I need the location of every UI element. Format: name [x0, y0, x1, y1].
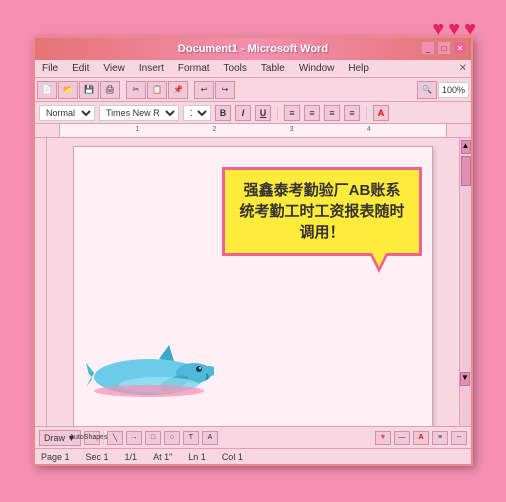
menu-format[interactable]: Format — [175, 63, 213, 74]
window-close-x[interactable]: ✕ — [459, 63, 467, 74]
desktop: ♥ ♥ ♥ Document1 - Microsoft Word _ □ ✕ F… — [0, 0, 506, 502]
save-button[interactable]: 💾 — [79, 81, 99, 99]
ruler-num-3: 3 — [290, 126, 294, 133]
format-sep — [277, 106, 278, 120]
rect-tool[interactable]: □ — [145, 431, 161, 445]
font-color-btn2[interactable]: A — [413, 431, 429, 445]
align-center-button[interactable]: ≡ — [304, 105, 320, 121]
fill-color-button[interactable]: ▼ — [375, 431, 391, 445]
style-select[interactable]: Normal — [39, 105, 95, 121]
page[interactable]: 强鑫泰考勤验厂AB账系统考勤工时工资报表随时调用！ — [73, 146, 433, 426]
title-bar: Document1 - Microsoft Word _ □ ✕ — [35, 38, 471, 60]
maximize-button[interactable]: □ — [437, 41, 451, 55]
bold-button[interactable]: B — [215, 105, 231, 121]
ruler-num-4: 4 — [367, 126, 371, 133]
dolphin-image — [84, 335, 214, 405]
font-color-button[interactable]: A — [373, 105, 389, 121]
menu-file[interactable]: File — [39, 63, 61, 74]
status-sec: Sec 1 — [86, 452, 109, 462]
zoom-button[interactable]: 🔍 — [417, 81, 437, 99]
status-pages: 1/1 — [125, 452, 138, 462]
wordart-tool[interactable]: A — [202, 431, 218, 445]
close-button[interactable]: ✕ — [453, 41, 467, 55]
format-bar: Normal Times New Roman 12 B I U ≡ ≡ ≡ ≡ … — [35, 102, 471, 124]
menu-bar: File Edit View Insert Format Tools Table… — [35, 60, 471, 78]
zoom-percent[interactable]: 100% — [438, 82, 469, 98]
format-sep2 — [366, 106, 367, 120]
menu-tools[interactable]: Tools — [221, 63, 250, 74]
italic-button[interactable]: I — [235, 105, 251, 121]
new-button[interactable]: 📄 — [37, 81, 57, 99]
print-button[interactable]: 🖨 — [100, 81, 120, 99]
ruler-num-2: 2 — [212, 126, 216, 133]
menu-window[interactable]: Window — [296, 63, 338, 74]
minimize-button[interactable]: _ — [421, 41, 435, 55]
menu-help[interactable]: Help — [345, 63, 372, 74]
align-justify-button[interactable]: ≡ — [344, 105, 360, 121]
title-bar-buttons: _ □ ✕ — [421, 41, 467, 55]
page-area[interactable]: 强鑫泰考勤验厂AB账系统考勤工时工资报表随时调用！ — [47, 138, 459, 426]
speech-bubble: 强鑫泰考勤验厂AB账系统考勤工时工资报表随时调用！ — [222, 167, 422, 256]
copy-button[interactable]: 📋 — [147, 81, 167, 99]
document-area: 强鑫泰考勤验厂AB账系统考勤工时工资报表随时调用！ — [35, 138, 471, 426]
status-at: At 1" — [153, 452, 172, 462]
dolphin-svg — [84, 335, 214, 405]
scroll-thumb[interactable] — [461, 156, 471, 186]
bottom-toolbar: Draw ▼ AutoShapes ▼ ╲ → □ ○ T A ▼ — A ≡ … — [35, 426, 471, 448]
toolbar: 📄 📂 💾 🖨 ✂ 📋 📌 ↩ ↪ 🔍 100% — [35, 78, 471, 102]
font-select[interactable]: Times New Roman — [99, 105, 179, 121]
menu-view[interactable]: View — [100, 63, 128, 74]
underline-button[interactable]: U — [255, 105, 271, 121]
left-ruler — [35, 138, 47, 426]
size-select[interactable]: 12 — [183, 105, 211, 121]
speech-bubble-tail-inner — [372, 253, 386, 267]
dash-style-button[interactable]: -- — [451, 431, 467, 445]
line-color-button[interactable]: — — [394, 431, 410, 445]
scroll-up-button[interactable]: ▲ — [461, 140, 471, 154]
scrollbar-right[interactable]: ▲ ▼ — [459, 138, 471, 426]
window-title: Document1 - Microsoft Word — [178, 43, 328, 55]
toolbar-sep — [103, 431, 104, 445]
line-tool[interactable]: ╲ — [107, 431, 123, 445]
oval-tool[interactable]: ○ — [164, 431, 180, 445]
status-ln: Ln 1 — [188, 452, 206, 462]
status-col: Col 1 — [222, 452, 243, 462]
ruler-content: 1 2 3 4 — [59, 124, 447, 137]
autoshapes-button[interactable]: AutoShapes ▼ — [84, 431, 100, 445]
ruler: 1 2 3 4 — [35, 124, 471, 138]
menu-table[interactable]: Table — [258, 63, 288, 74]
cut-button[interactable]: ✂ — [126, 81, 146, 99]
paste-button[interactable]: 📌 — [168, 81, 188, 99]
open-button[interactable]: 📂 — [58, 81, 78, 99]
ruler-num-1: 1 — [135, 126, 139, 133]
status-page: Page 1 — [41, 452, 70, 462]
redo-button[interactable]: ↪ — [215, 81, 235, 99]
arrow-tool[interactable]: → — [126, 431, 142, 445]
menu-insert[interactable]: Insert — [136, 63, 167, 74]
status-bar: Page 1 Sec 1 1/1 At 1" Ln 1 Col 1 — [35, 448, 471, 464]
undo-button[interactable]: ↩ — [194, 81, 214, 99]
scroll-down-button[interactable]: ▼ — [460, 372, 470, 386]
align-right-button[interactable]: ≡ — [324, 105, 340, 121]
line-style-button[interactable]: ≡ — [432, 431, 448, 445]
align-left-button[interactable]: ≡ — [284, 105, 300, 121]
text-box-tool[interactable]: T — [183, 431, 199, 445]
word-window: Document1 - Microsoft Word _ □ ✕ File Ed… — [33, 36, 473, 466]
menu-edit[interactable]: Edit — [69, 63, 92, 74]
speech-text: 强鑫泰考勤验厂AB账系统考勤工时工资报表随时调用！ — [239, 182, 404, 241]
